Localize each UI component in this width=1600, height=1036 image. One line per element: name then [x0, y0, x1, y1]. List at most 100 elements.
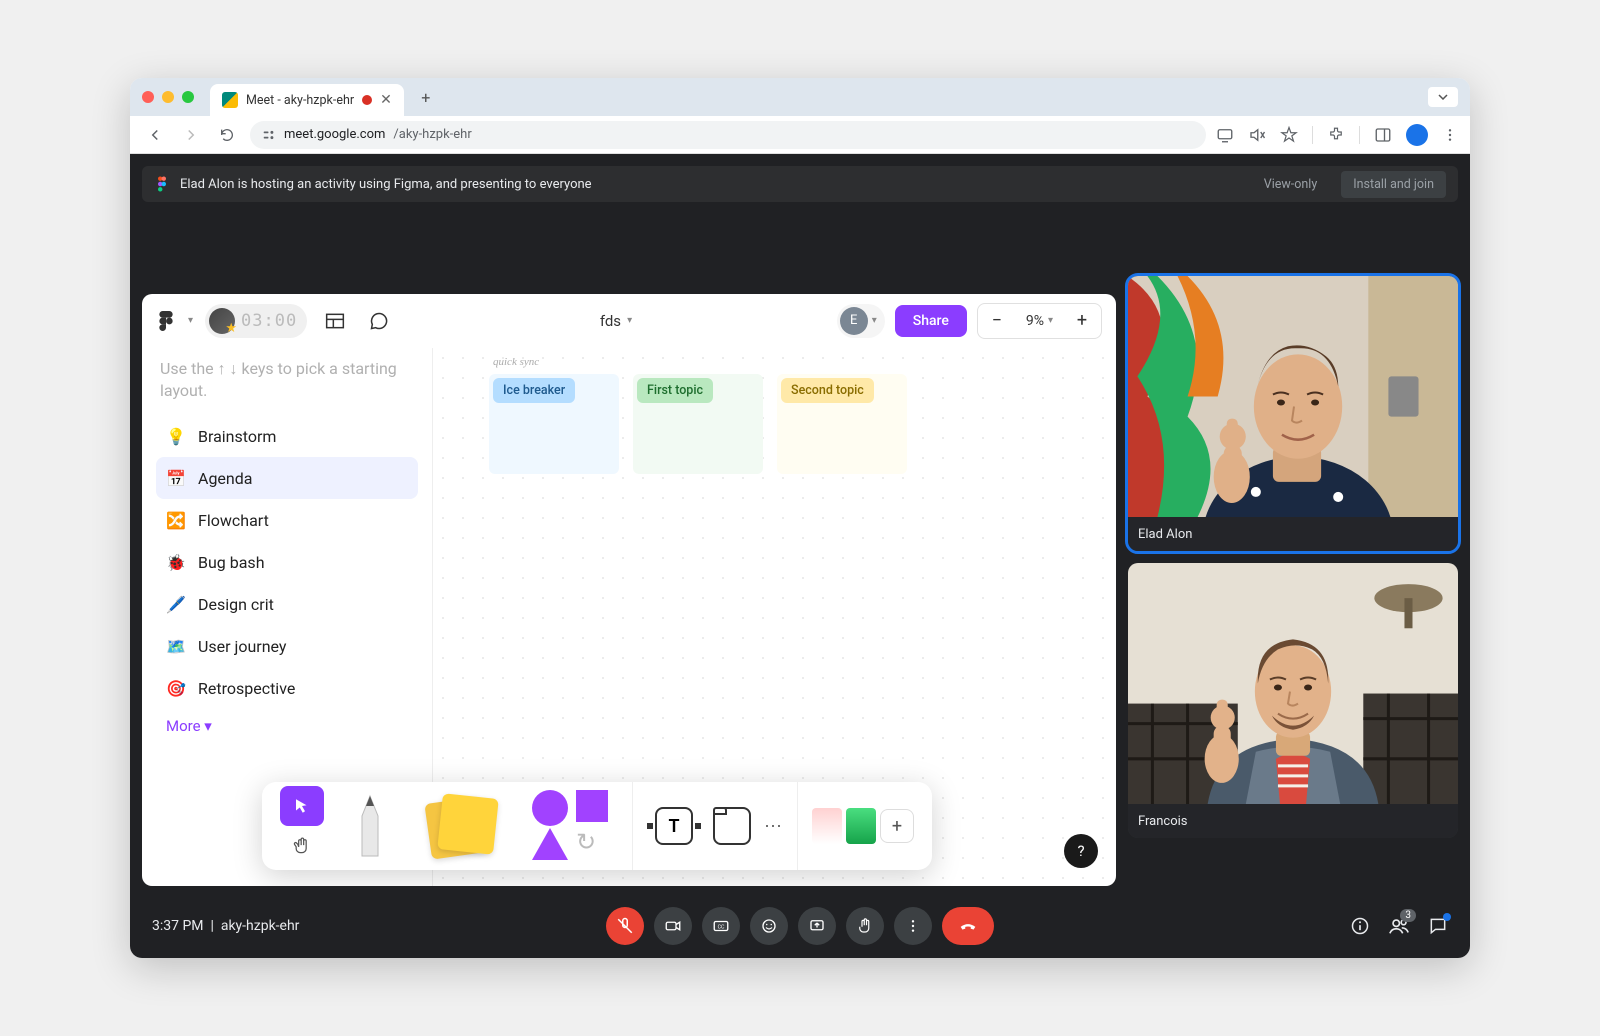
canvas-card[interactable]: Ice breaker: [489, 374, 619, 474]
add-stamp-button[interactable]: +: [880, 809, 914, 843]
meet-controls-bar: 3:37 PM | aky-hzpk-ehr CC: [130, 894, 1470, 958]
screencast-icon[interactable]: [1216, 126, 1234, 144]
template-item[interactable]: 💡 Brainstorm: [156, 415, 418, 457]
meet-stage: Elad Alon is hosting an activity using F…: [130, 154, 1470, 958]
svg-text:CC: CC: [718, 924, 725, 930]
canvas-card[interactable]: Second topic: [777, 374, 907, 474]
section-tool[interactable]: [713, 807, 751, 845]
layout-switcher-button[interactable]: [319, 305, 351, 337]
clock-and-code: 3:37 PM | aky-hzpk-ehr: [152, 918, 299, 934]
chrome-menu-icon[interactable]: [1442, 127, 1458, 143]
tab-overflow-button[interactable]: [1428, 87, 1458, 107]
participant-tile[interactable]: Elad Alon: [1128, 276, 1458, 551]
meeting-details-button[interactable]: [1350, 916, 1370, 936]
template-item[interactable]: 🗺️User journey: [156, 625, 418, 667]
template-item[interactable]: 🖊️ Design crit: [156, 583, 418, 625]
template-label: Agenda: [198, 469, 252, 488]
maximize-window[interactable]: [182, 91, 194, 103]
sticky-note-tool[interactable]: [424, 794, 500, 858]
sidepanel-icon[interactable]: [1374, 126, 1392, 144]
leave-call-button[interactable]: [942, 907, 994, 945]
new-tab-button[interactable]: +: [412, 83, 440, 111]
template-item[interactable]: 🐞 Bug bash: [156, 541, 418, 583]
timer-avatar-icon: ★: [209, 308, 235, 334]
present-button[interactable]: [798, 907, 836, 945]
template-icon: 🔀: [166, 510, 186, 530]
address-bar[interactable]: meet.google.com/aky-hzpk-ehr: [250, 121, 1206, 149]
comments-button[interactable]: [363, 305, 395, 337]
install-and-join-button[interactable]: Install and join: [1341, 171, 1446, 198]
template-item[interactable]: 🔀Flowchart: [156, 499, 418, 541]
video-feed: [1128, 563, 1458, 804]
site-settings-icon: [262, 128, 276, 142]
doc-title[interactable]: fds ▾: [600, 312, 632, 330]
more-tools-button[interactable]: ⋯: [757, 816, 789, 837]
zoom-in-button[interactable]: +: [1063, 310, 1101, 331]
figma-logo-icon[interactable]: [156, 311, 176, 331]
figma-menu-chevron[interactable]: ▾: [188, 315, 193, 326]
browser-tab[interactable]: Meet - aky-hzpk-ehr ✕: [210, 84, 404, 116]
people-count-badge: 3: [1400, 909, 1416, 922]
people-button[interactable]: 3: [1388, 915, 1410, 937]
mic-toggle-button[interactable]: [606, 907, 644, 945]
hand-tool[interactable]: [280, 826, 324, 866]
bookmark-icon[interactable]: [1280, 126, 1298, 144]
stamp-2[interactable]: [846, 808, 876, 844]
text-tool[interactable]: T: [647, 807, 701, 845]
mute-tab-icon[interactable]: [1248, 126, 1266, 144]
template-label: Brainstorm: [198, 427, 276, 446]
participant-tile[interactable]: Francois: [1128, 563, 1458, 838]
share-button[interactable]: Share: [895, 305, 967, 337]
url-toolbar: meet.google.com/aky-hzpk-ehr: [130, 116, 1470, 154]
stamp-1[interactable]: [812, 808, 842, 844]
zoom-out-button[interactable]: −: [978, 310, 1016, 331]
activity-banner: Elad Alon is hosting an activity using F…: [142, 166, 1458, 202]
template-icon: 🎯: [166, 678, 186, 698]
template-icon: 🐞: [166, 552, 186, 572]
browser-window: Meet - aky-hzpk-ehr ✕ + meet.google.com/…: [130, 78, 1470, 958]
figjam-toolbar: ↻ T ⋯: [262, 782, 932, 870]
view-only-label[interactable]: View-only: [1264, 177, 1317, 192]
banner-text: Elad Alon is hosting an activity using F…: [180, 177, 592, 192]
template-item[interactable]: 📅Agenda: [156, 457, 418, 499]
forward-button[interactable]: [178, 122, 204, 148]
participant-name: Francois: [1138, 814, 1188, 829]
recording-indicator-icon: [362, 95, 372, 105]
minimize-window[interactable]: [162, 91, 174, 103]
template-label: Design crit: [198, 595, 274, 614]
shapes-tool[interactable]: ↻: [532, 790, 616, 862]
zoom-value[interactable]: 9%▾: [1016, 313, 1063, 329]
close-tab[interactable]: ✕: [380, 92, 392, 108]
tab-title: Meet - aky-hzpk-ehr: [246, 93, 354, 108]
template-icon: 🖊️: [166, 594, 186, 614]
figma-icon: [154, 176, 170, 192]
content-stage: ▾ ★ 03:00 fds ▾: [142, 214, 1458, 886]
profile-button[interactable]: [1406, 124, 1428, 146]
back-button[interactable]: [142, 122, 168, 148]
url-host: meet.google.com: [284, 127, 385, 142]
template-label: Retrospective: [198, 679, 295, 698]
template-item[interactable]: 🎯 Retrospective: [156, 667, 418, 709]
chat-button[interactable]: [1428, 916, 1448, 936]
close-window[interactable]: [142, 91, 154, 103]
presence-avatar[interactable]: E ▾: [837, 304, 885, 338]
timer[interactable]: ★ 03:00: [205, 304, 307, 338]
more-options-button[interactable]: [894, 907, 932, 945]
more-templates-link[interactable]: More ▾: [156, 709, 418, 743]
raise-hand-button[interactable]: [846, 907, 884, 945]
marker-tool[interactable]: [350, 794, 390, 858]
template-label: User journey: [198, 637, 287, 656]
reload-button[interactable]: [214, 122, 240, 148]
camera-toggle-button[interactable]: [654, 907, 692, 945]
canvas-card[interactable]: First topic: [633, 374, 763, 474]
select-tool[interactable]: [280, 786, 324, 826]
template-icon: 💡: [166, 426, 186, 446]
titlebar: Meet - aky-hzpk-ehr ✕ +: [130, 78, 1470, 116]
template-label: Bug bash: [198, 553, 265, 572]
participant-name: Elad Alon: [1138, 527, 1192, 542]
captions-button[interactable]: CC: [702, 907, 740, 945]
reactions-button[interactable]: [750, 907, 788, 945]
help-button[interactable]: ?: [1064, 834, 1098, 868]
extensions-icon[interactable]: [1327, 126, 1345, 144]
info-controls: 3: [1350, 915, 1448, 937]
